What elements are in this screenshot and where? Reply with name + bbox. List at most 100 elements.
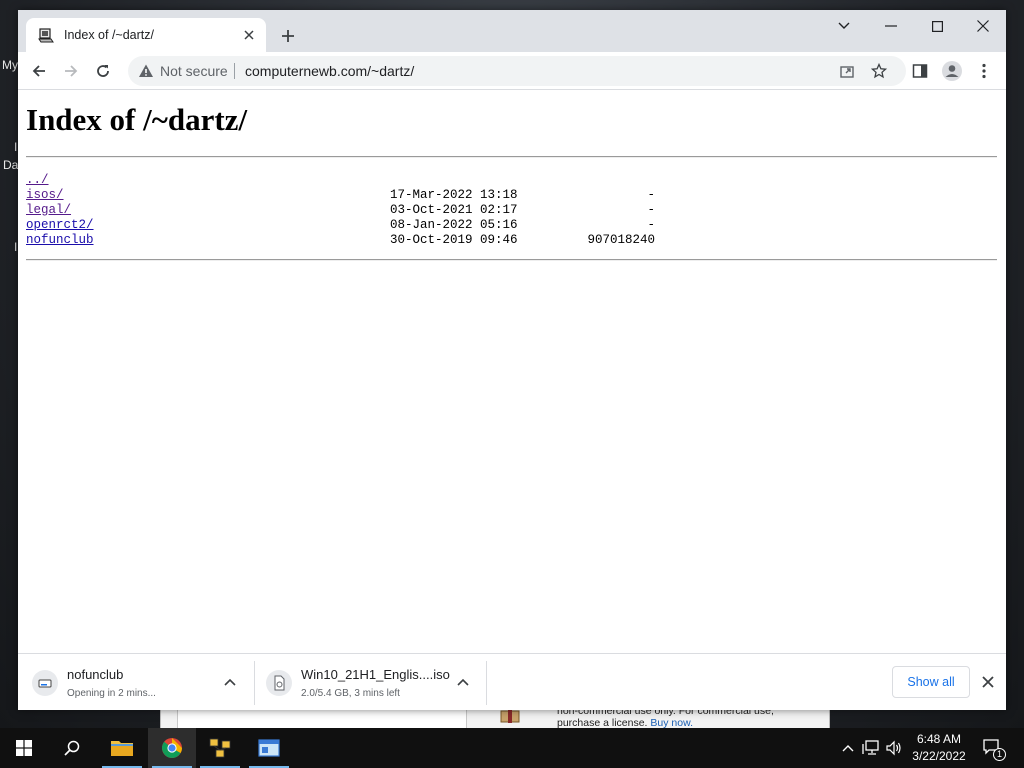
download-separator	[486, 661, 487, 705]
security-status-label[interactable]: Not secure	[160, 63, 228, 79]
app-taskbar-button[interactable]	[196, 728, 244, 768]
minimize-icon	[885, 25, 897, 27]
entry-date: 08-Jan-2022 05:16	[390, 218, 518, 232]
notification-center-button[interactable]: 1	[982, 737, 1006, 761]
start-button[interactable]	[0, 728, 48, 768]
search-icon	[64, 740, 80, 756]
entry-size: 907018240	[587, 233, 655, 247]
entry-link-parent[interactable]: ../	[26, 173, 49, 188]
system-clock[interactable]: 6:48 AM 3/22/2022	[906, 731, 972, 765]
desktop-icon-label[interactable]: I	[14, 140, 17, 154]
download-status: 2.0/5.4 GB, 3 mins left	[301, 688, 400, 699]
tab-active[interactable]: Index of /~dartz/	[26, 18, 266, 52]
network-icon	[862, 740, 879, 755]
show-hidden-icons-button[interactable]	[838, 738, 858, 758]
share-button[interactable]	[837, 61, 857, 81]
download-item-win10-iso[interactable]: Win10_21H1_Englis....iso 2.0/5.4 GB, 3 m…	[266, 660, 450, 706]
clock-time: 6:48 AM	[916, 732, 962, 746]
listing-row: nofunclub 30-Oct-2019 09:46 907018240	[26, 233, 726, 248]
desktop-icon-label[interactable]: My	[2, 58, 18, 72]
browser-window: Index of /~dartz/ Not secure computernew…	[18, 10, 1006, 710]
volume-tray-button[interactable]	[884, 738, 904, 758]
menu-button[interactable]	[970, 57, 998, 85]
chevron-up-icon	[457, 678, 469, 686]
downloads-bar: nofunclub Opening in 2 mins... Win10_21H…	[18, 653, 1006, 710]
download-separator	[254, 661, 255, 705]
network-app-icon	[209, 738, 231, 758]
speaker-icon	[886, 740, 901, 756]
side-panel-icon	[912, 64, 928, 78]
url-text[interactable]: computernewb.com/~dartz/	[245, 63, 414, 79]
download-item-nofunclub[interactable]: nofunclub Opening in 2 mins...	[32, 660, 156, 706]
download-status: Opening in 2 mins...	[67, 688, 156, 699]
download-filename: Win10_21H1_Englis....iso	[301, 667, 450, 682]
back-button[interactable]	[25, 57, 53, 85]
desktop-icon-label[interactable]: Da	[3, 158, 18, 172]
divider	[26, 259, 997, 261]
maximize-button[interactable]	[914, 10, 960, 42]
app-taskbar-button-2[interactable]	[245, 728, 293, 768]
listing-row: ../	[26, 173, 726, 188]
listing-row: legal/ 03-Oct-2021 02:17 -	[26, 203, 726, 218]
bookmark-button[interactable]	[869, 61, 889, 81]
chrome-icon	[161, 738, 182, 758]
page-title: Index of /~dartz/	[26, 102, 248, 137]
entry-size: -	[647, 218, 655, 232]
entry-size: -	[647, 188, 655, 202]
reload-icon	[97, 65, 109, 77]
reload-button[interactable]	[89, 57, 117, 85]
omnibox-divider	[234, 63, 235, 79]
entry-link-nofunclub[interactable]: nofunclub	[26, 233, 94, 248]
tab-close-icon[interactable]	[240, 26, 258, 44]
side-panel-button[interactable]	[906, 57, 934, 85]
forward-button[interactable]	[57, 57, 85, 85]
browser-toolbar: Not secure computernewb.com/~dartz/	[18, 52, 1006, 90]
clock-date: 3/22/2022	[912, 749, 966, 763]
warning-icon[interactable]	[138, 63, 154, 79]
download-filename: nofunclub	[67, 667, 124, 682]
page-content: Index of /~dartz/ ../ isos/ 17-Mar-2022 …	[18, 90, 1006, 653]
taskbar: 6:48 AM 3/22/2022 1	[0, 728, 1024, 768]
listing-row: openrct2/ 08-Jan-2022 05:16 -	[26, 218, 726, 233]
network-tray-button[interactable]	[861, 738, 881, 758]
chevron-up-icon	[224, 678, 236, 686]
windows-logo-icon	[16, 740, 32, 756]
arrow-right-icon	[65, 65, 78, 77]
tab-title: Index of /~dartz/	[64, 28, 154, 42]
browser-titlebar: Index of /~dartz/	[18, 10, 1006, 52]
entry-link-isos[interactable]: isos/	[26, 188, 64, 203]
window-app-icon	[258, 739, 280, 757]
window-close-button[interactable]	[960, 10, 1006, 42]
search-button[interactable]	[48, 728, 96, 768]
entry-link-legal[interactable]: legal/	[26, 203, 71, 218]
divider	[26, 156, 997, 158]
close-icon	[982, 676, 994, 688]
notification-count-badge: 1	[993, 748, 1006, 761]
profile-button[interactable]	[938, 57, 966, 85]
tab-search-button[interactable]	[821, 10, 867, 42]
share-icon	[840, 66, 854, 78]
show-all-downloads-button[interactable]: Show all	[892, 666, 970, 698]
entry-size: -	[647, 203, 655, 217]
directory-listing: ../ isos/ 17-Mar-2022 13:18 - legal/ 03-…	[26, 173, 726, 248]
folder-icon	[111, 741, 133, 756]
server-icon	[38, 28, 54, 43]
entry-date: 03-Oct-2021 02:17	[390, 203, 518, 217]
file-explorer-button[interactable]	[98, 728, 146, 768]
download-options-button[interactable]	[455, 674, 471, 690]
address-bar[interactable]: Not secure computernewb.com/~dartz/	[128, 56, 906, 86]
avatar-icon	[942, 61, 962, 81]
close-icon	[977, 20, 989, 32]
new-tab-button[interactable]	[276, 24, 300, 48]
minimize-button[interactable]	[868, 10, 914, 42]
chrome-taskbar-button[interactable]	[148, 728, 196, 768]
maximize-icon	[931, 20, 943, 32]
chevron-up-icon	[842, 745, 854, 752]
download-options-button[interactable]	[222, 674, 238, 690]
entry-link-openrct2[interactable]: openrct2/	[26, 218, 94, 233]
plus-icon	[282, 30, 294, 42]
entry-date: 17-Mar-2022 13:18	[390, 188, 518, 202]
more-vert-icon	[982, 63, 986, 79]
downloads-bar-close-button[interactable]	[978, 672, 998, 692]
desktop-icon-label[interactable]: I	[14, 240, 17, 254]
